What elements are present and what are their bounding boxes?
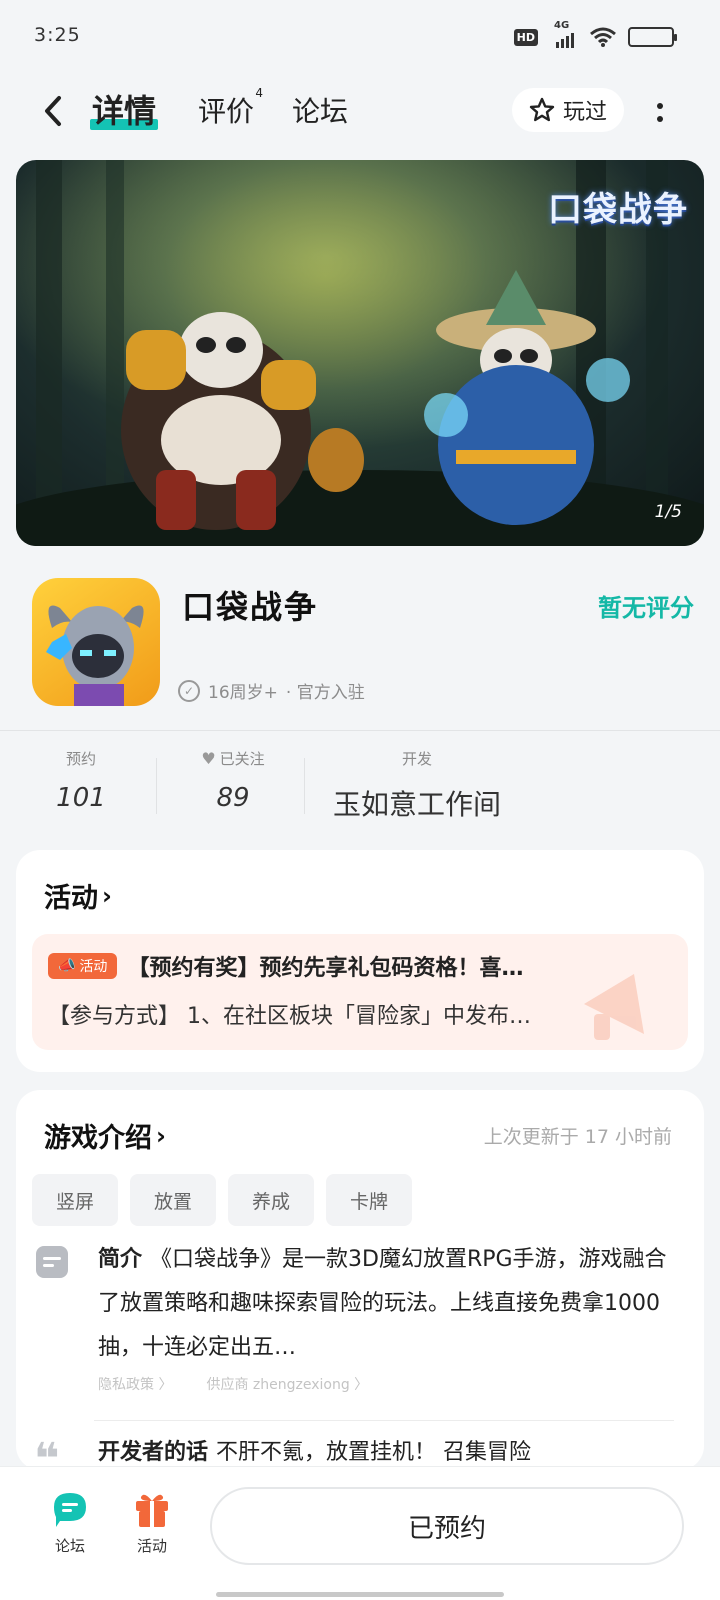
network-type: 4G: [554, 20, 570, 31]
bottom-action-bar: 论坛 活动 已预约: [0, 1466, 720, 1600]
supplier-link[interactable]: 供应商 zhengzexiong 〉: [206, 1374, 368, 1394]
game-meta: ✓ 16周岁+ · 官方入驻: [178, 678, 365, 703]
activity-tag: 📣 活动: [48, 953, 118, 979]
tab-forum-label: 论坛: [292, 95, 349, 128]
intro-label: 简介: [98, 1247, 143, 1272]
top-navigation: 详情 评价 4 论坛 玩过: [0, 80, 720, 144]
game-title: 口袋战争: [182, 588, 319, 626]
tab-detail-label: 详情: [92, 92, 157, 130]
intro-section-header[interactable]: 游戏介绍 ›: [44, 1116, 166, 1155]
activity-button[interactable]: 活动: [122, 1489, 182, 1556]
stat-value: 89: [216, 783, 250, 813]
forum-label: 论坛: [54, 1537, 85, 1555]
played-button[interactable]: 玩过: [512, 88, 624, 132]
game-logo: 口袋战争: [548, 190, 688, 230]
wifi-icon: [590, 27, 616, 47]
stat-value: 101: [56, 783, 106, 813]
game-intro-card: 游戏介绍 › 上次更新于 17 小时前 竖屏 放置 养成 卡牌 简介 《口袋战争》…: [16, 1090, 704, 1482]
reserved-button[interactable]: 已预约: [210, 1487, 684, 1565]
status-icons: HD 4G: [513, 20, 677, 48]
game-app-icon: [32, 578, 160, 706]
tab-review-label: 评价: [198, 95, 255, 128]
developer-words-label: 开发者的话: [98, 1440, 209, 1465]
privacy-policy-link[interactable]: 隐私政策 〉: [98, 1374, 172, 1394]
stats-row: 预约 101 ♥ 已关注 89 开发 玉如意工作间: [0, 740, 720, 830]
megaphone-icon: [584, 974, 644, 1040]
tab-detail[interactable]: 详情: [90, 86, 159, 132]
intro-links: 隐私政策 〉 供应商 zhengzexiong 〉: [98, 1374, 368, 1394]
signal-icon: 4G: [550, 20, 578, 48]
back-button[interactable]: [38, 92, 68, 130]
divider: [0, 730, 720, 731]
home-indicator[interactable]: [216, 1592, 504, 1597]
developer-words[interactable]: 开发者的话 不肝不氪，放置挂机！ 召集冒险: [98, 1434, 668, 1466]
review-count-badge: 4: [255, 86, 264, 100]
stat-separator: [304, 758, 305, 814]
stat-reservations: 预约 101: [40, 748, 122, 813]
activity-line-1: 📣 活动 【预约有奖】预约先享礼包码资格！喜…: [48, 950, 523, 982]
carousel-counter: 1/5: [654, 502, 682, 522]
activity-section-header[interactable]: 活动 ›: [44, 876, 112, 915]
status-time: 3:25: [34, 24, 81, 46]
status-bar: 3:25 HD 4G: [0, 0, 720, 70]
chevron-right-icon: ›: [102, 881, 112, 910]
heart-icon: ♥: [201, 749, 216, 768]
official-label: · 官方入驻: [285, 683, 365, 703]
more-dot-icon: [657, 115, 663, 122]
stat-label: 开发: [401, 750, 432, 768]
gift-icon: [132, 1489, 172, 1529]
intro-description[interactable]: 简介 《口袋战争》是一款3D魔幻放置RPG手游，游戏融合了放置策略和趣味探索冒险的…: [98, 1238, 668, 1370]
activity-label: 活动: [136, 1537, 167, 1555]
genre-tag[interactable]: 卡牌: [326, 1174, 413, 1226]
stat-separator: [156, 758, 157, 814]
intro-title: 游戏介绍: [44, 1123, 152, 1154]
genre-tag[interactable]: 竖屏: [32, 1174, 119, 1226]
more-dot-icon: [657, 102, 663, 109]
genre-tag[interactable]: 放置: [130, 1174, 217, 1226]
game-info: 口袋战争 暂无评分 ✓ 16周岁+ · 官方入驻: [0, 560, 720, 730]
stat-developer[interactable]: 开发 玉如意工作间: [322, 748, 512, 823]
activity-card: 活动 › 📣 活动 【预约有奖】预约先享礼包码资格！喜… 【参与方式】 1、在社…: [16, 850, 704, 1072]
stat-following[interactable]: ♥ 已关注 89: [178, 748, 288, 813]
megaphone-small-icon: 📣: [58, 958, 76, 974]
chat-bubble-icon: [50, 1489, 90, 1529]
divider: [94, 1420, 674, 1421]
star-icon: [529, 97, 555, 122]
update-time: 上次更新于 17 小时前: [483, 1126, 672, 1148]
forum-button[interactable]: 论坛: [40, 1489, 100, 1556]
developer-words-text: 不肝不氪，放置挂机！ 召集冒险: [216, 1440, 532, 1465]
tab-forum[interactable]: 论坛: [292, 90, 348, 130]
more-menu-button[interactable]: [650, 94, 670, 130]
tab-review[interactable]: 评价 4: [198, 86, 263, 130]
activity-item[interactable]: 📣 活动 【预约有奖】预约先享礼包码资格！喜… 【参与方式】 1、在社区板块「冒…: [32, 934, 688, 1050]
stat-label: 预约: [65, 750, 96, 768]
stat-label: ♥ 已关注: [178, 748, 288, 769]
intro-body: 《口袋战争》是一款3D魔幻放置RPG手游，游戏融合了放置策略和趣味探索冒险的玩法…: [98, 1247, 667, 1360]
genre-tags: 竖屏 放置 养成 卡牌: [32, 1174, 413, 1226]
chevron-right-icon: ›: [156, 1121, 166, 1150]
hd-icon: HD: [513, 28, 538, 46]
rating-status: 暂无评分: [598, 594, 694, 622]
chevron-left-icon: [45, 96, 61, 126]
following-label: 已关注: [219, 750, 265, 768]
activity-headline: 【预约有奖】预约先享礼包码资格！喜…: [127, 956, 524, 981]
activity-line-2: 【参与方式】 1、在社区板块「冒险家」中发布…: [48, 1004, 531, 1029]
document-icon: [36, 1246, 68, 1278]
activity-title: 活动: [44, 883, 98, 914]
genre-tag[interactable]: 养成: [228, 1174, 315, 1226]
activity-tag-label: 活动: [79, 959, 108, 975]
developer-name: 玉如意工作间: [332, 788, 501, 821]
played-label: 玩过: [562, 100, 607, 125]
age-rating: 16周岁+: [208, 683, 278, 703]
battery-icon: [628, 27, 677, 47]
verified-check-icon: ✓: [178, 679, 200, 702]
screenshot-carousel[interactable]: 口袋战争 1/5: [16, 160, 704, 546]
